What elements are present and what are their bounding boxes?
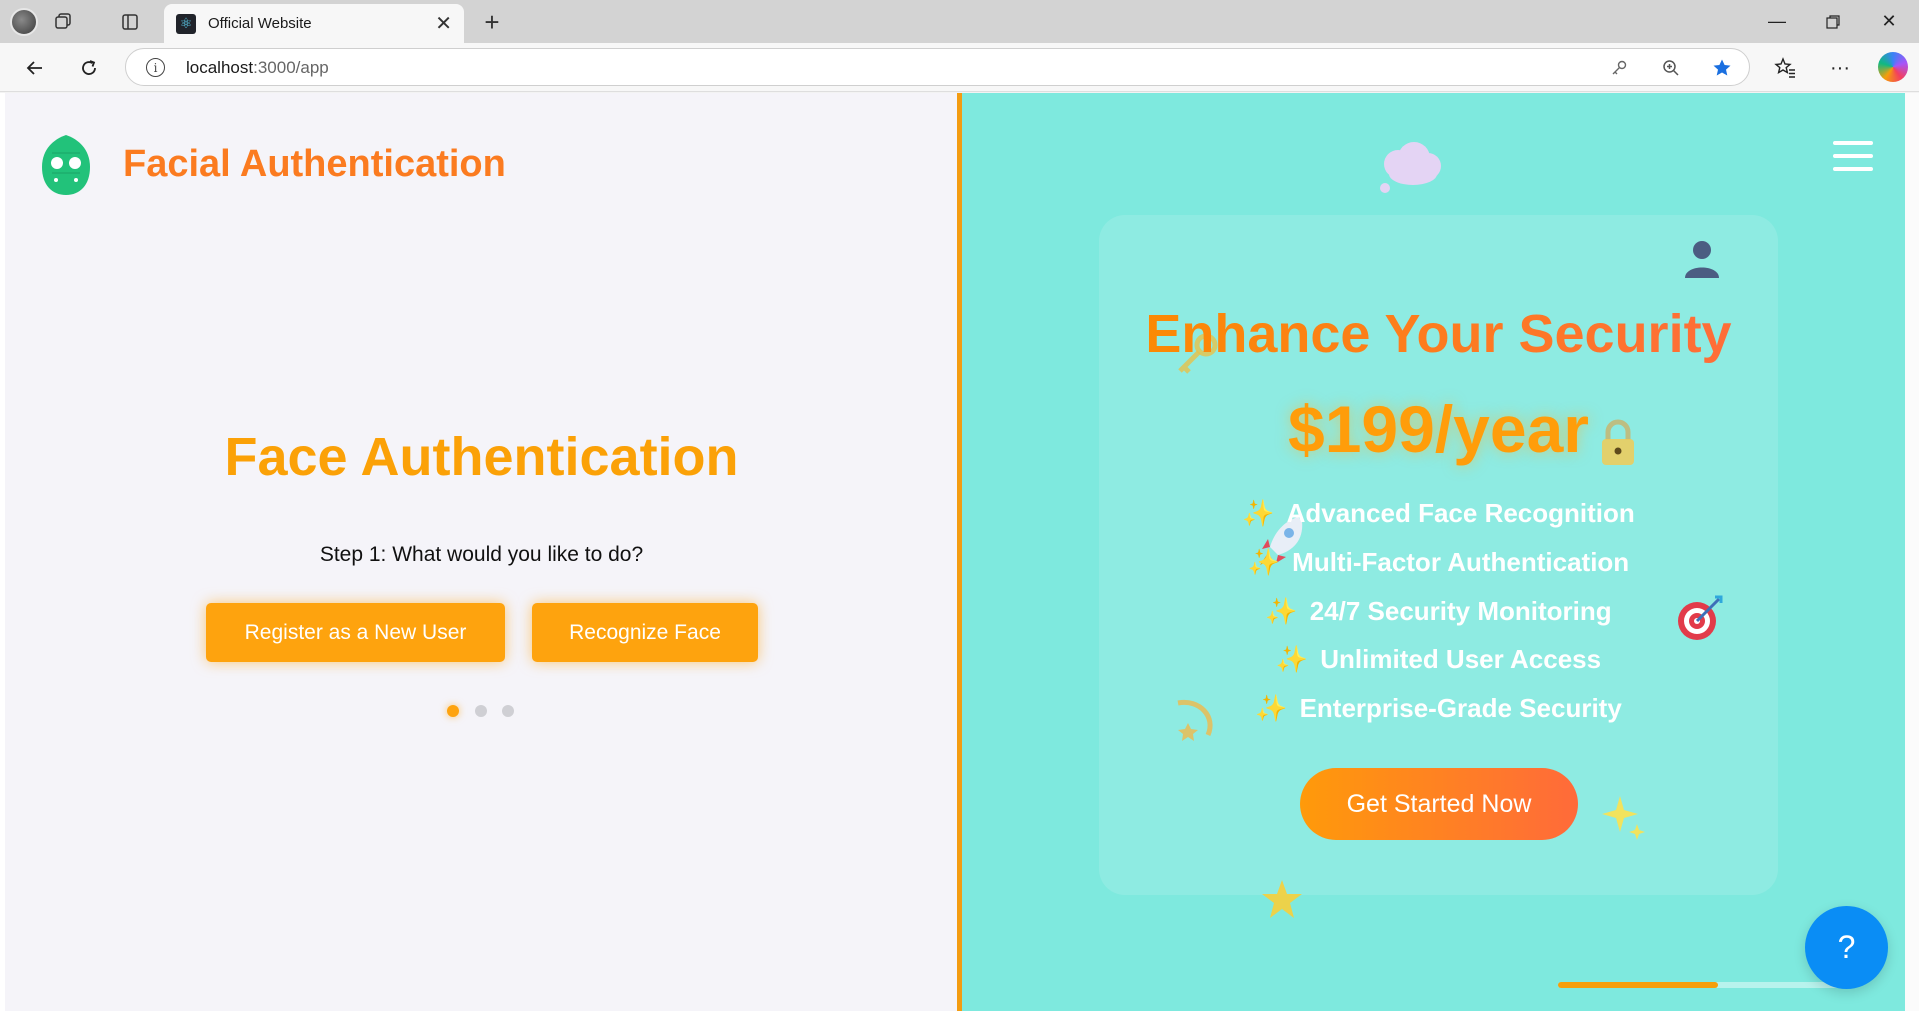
page-edge (1905, 93, 1919, 1011)
sparkle-icon: ✨ (1247, 547, 1281, 577)
step-prompt: Step 1: What would you like to do? (319, 543, 644, 566)
thought-cloud-icon (1380, 142, 1441, 193)
browser-toolbar: i localhost:3000/app ··· (0, 43, 1919, 92)
sparkle-icon: ✨ (1275, 644, 1309, 674)
sparkle-icon: ✨ (1265, 596, 1298, 626)
register-button[interactable]: Register as a New User (206, 603, 505, 662)
avatar-icon[interactable] (10, 8, 38, 36)
restore-icon[interactable] (1805, 0, 1861, 43)
close-tab-icon[interactable]: ✕ (435, 11, 452, 36)
close-window-icon[interactable]: ✕ (1861, 0, 1917, 43)
price-label: $199/year (1288, 392, 1589, 466)
glowing-star-icon (1262, 880, 1302, 918)
get-started-button[interactable]: Get Started Now (1300, 768, 1578, 840)
minimize-icon[interactable]: — (1749, 0, 1805, 43)
carousel-dot-1[interactable] (447, 705, 459, 717)
zoom-icon[interactable] (1659, 56, 1683, 80)
more-icon[interactable]: ··· (1825, 53, 1855, 83)
menu-icon[interactable] (1833, 141, 1873, 173)
new-tab-icon[interactable]: + (478, 7, 506, 37)
face-logo-icon (42, 135, 90, 195)
sparkle-icon: ✨ (1255, 693, 1288, 723)
feature-item: ✨ Unlimited User Access (1275, 644, 1602, 674)
page-title: Face Authentication (224, 427, 739, 487)
carousel-dot-3[interactable] (502, 705, 514, 717)
copilot-icon[interactable] (1878, 52, 1908, 82)
page-viewport: Facial Authentication Face Authenticatio… (0, 93, 1919, 1011)
key-icon[interactable] (1607, 56, 1631, 80)
browser-window: ⚛ Official Website ✕ + — ✕ i localhost:3… (0, 0, 1919, 1011)
favorites-icon[interactable] (1770, 53, 1800, 83)
favorite-star-icon[interactable] (1710, 56, 1734, 80)
help-button[interactable]: ? (1805, 906, 1888, 989)
tab-title: Official Website (208, 15, 312, 32)
url-text[interactable]: localhost:3000/app (186, 58, 329, 78)
progress-fill (1558, 982, 1718, 988)
feature-item: ✨ 24/7 Security Monitoring (1265, 596, 1612, 626)
info-icon[interactable]: i (146, 58, 165, 77)
sparkle-icon: ✨ (1242, 498, 1275, 528)
auth-panel: Facial Authentication Face Authenticatio… (5, 93, 958, 1011)
recognize-button[interactable]: Recognize Face (532, 603, 758, 662)
active-tab[interactable]: ⚛ Official Website ✕ (164, 4, 464, 43)
brand-name: Facial Authentication (123, 143, 506, 185)
sparkles-icon (1602, 796, 1645, 840)
back-icon[interactable] (20, 53, 50, 83)
tab-strip: ⚛ Official Website ✕ + — ✕ (0, 0, 1919, 43)
promo-title: Enhance Your Security (1099, 303, 1778, 365)
feature-item: ✨ Multi-Factor Authentication (1247, 547, 1630, 577)
workspaces-icon[interactable] (49, 8, 77, 36)
tab-actions-icon[interactable] (116, 8, 144, 36)
address-bar[interactable]: i localhost:3000/app (125, 48, 1750, 86)
feature-item: ✨ Advanced Face Recognition (1242, 498, 1635, 528)
react-icon: ⚛ (176, 13, 196, 34)
feature-item: ✨ Enterprise-Grade Security (1255, 693, 1622, 723)
carousel-dot-2[interactable] (475, 705, 487, 717)
user-silhouette-icon (1685, 241, 1719, 278)
progress-bar (1558, 982, 1848, 988)
refresh-icon[interactable] (74, 53, 104, 83)
